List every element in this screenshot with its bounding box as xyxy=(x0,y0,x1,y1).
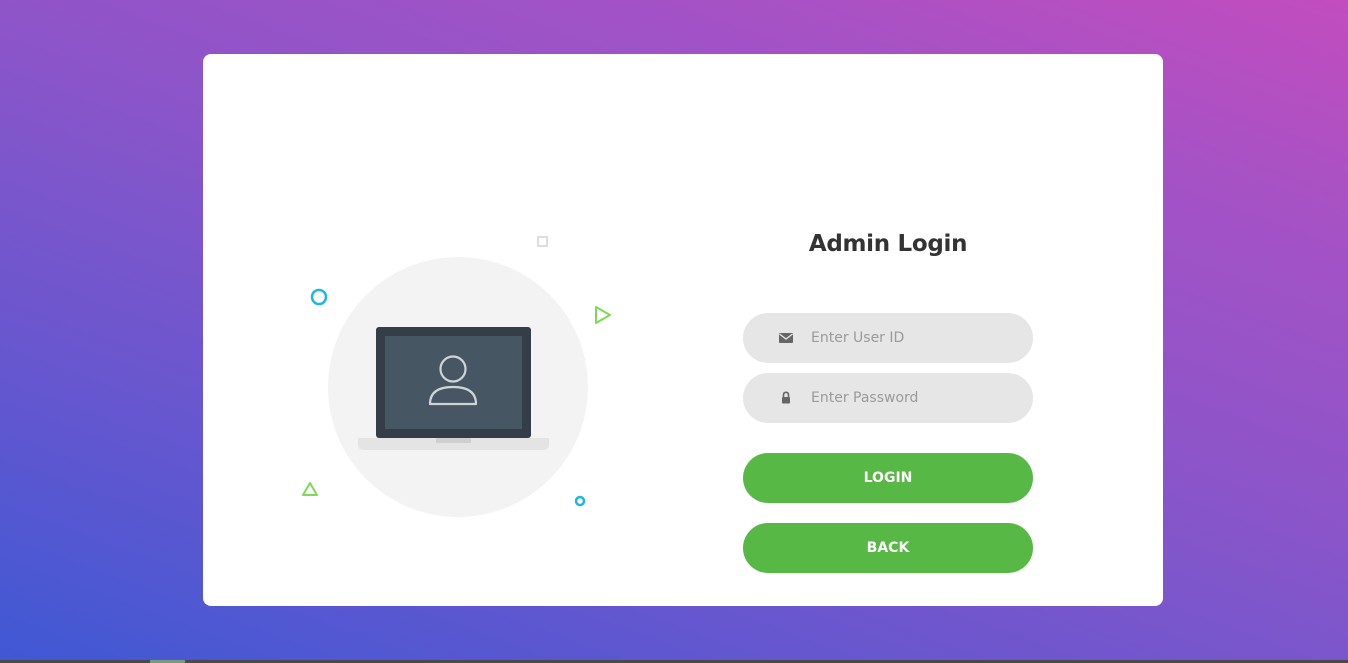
login-card: Admin Login LOGIN BACK xyxy=(203,54,1163,606)
envelope-icon xyxy=(779,333,793,343)
form-title: Admin Login xyxy=(808,231,968,257)
user-id-field-wrapper xyxy=(743,313,1033,363)
green-play-triangle-decoration xyxy=(595,306,611,324)
blue-dot-decoration xyxy=(574,495,586,507)
green-triangle-decoration xyxy=(302,482,318,496)
login-form: Admin Login LOGIN BACK xyxy=(743,224,1033,573)
user-id-input[interactable] xyxy=(811,313,1011,363)
login-button[interactable]: LOGIN xyxy=(743,453,1033,503)
back-button[interactable]: BACK xyxy=(743,523,1033,573)
grey-square-decoration xyxy=(537,236,548,247)
blue-ring-decoration xyxy=(310,288,328,306)
lock-icon xyxy=(782,391,790,404)
laptop-user-icon xyxy=(358,327,549,450)
password-field-wrapper xyxy=(743,373,1033,423)
login-illustration xyxy=(203,54,683,606)
password-input[interactable] xyxy=(811,373,1011,423)
